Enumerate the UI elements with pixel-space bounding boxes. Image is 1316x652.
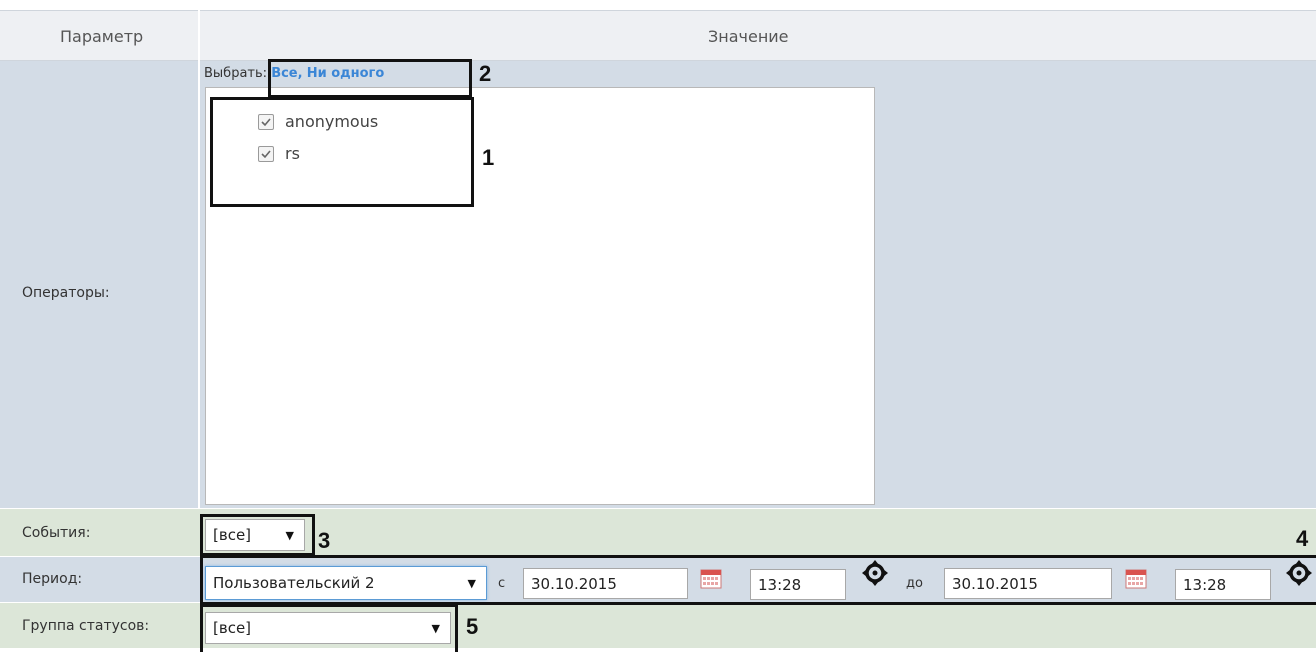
status-group-label: Группа статусов: <box>22 618 150 634</box>
callout-5-number: 5 <box>466 614 479 639</box>
callout-4-number: 4 <box>1296 526 1309 551</box>
events-row <box>0 508 1316 556</box>
callout-4-box <box>200 555 1316 605</box>
select-prefix: Выбрать: <box>204 66 268 81</box>
period-label: Период: <box>22 571 83 587</box>
header-divider <box>198 10 200 61</box>
callout-1-number: 1 <box>482 145 495 170</box>
callout-2-box <box>268 59 472 98</box>
status-group-row <box>0 602 1316 648</box>
callout-3-number: 3 <box>318 528 331 553</box>
events-label: События: <box>22 525 91 541</box>
callout-5-box <box>200 604 458 652</box>
header-param: Параметр <box>60 27 144 46</box>
callout-2-number: 2 <box>479 61 492 86</box>
header-value: Значение <box>708 27 789 46</box>
callout-3-box <box>200 514 315 556</box>
callout-1-box <box>210 97 474 207</box>
operators-label: Операторы: <box>22 285 110 301</box>
